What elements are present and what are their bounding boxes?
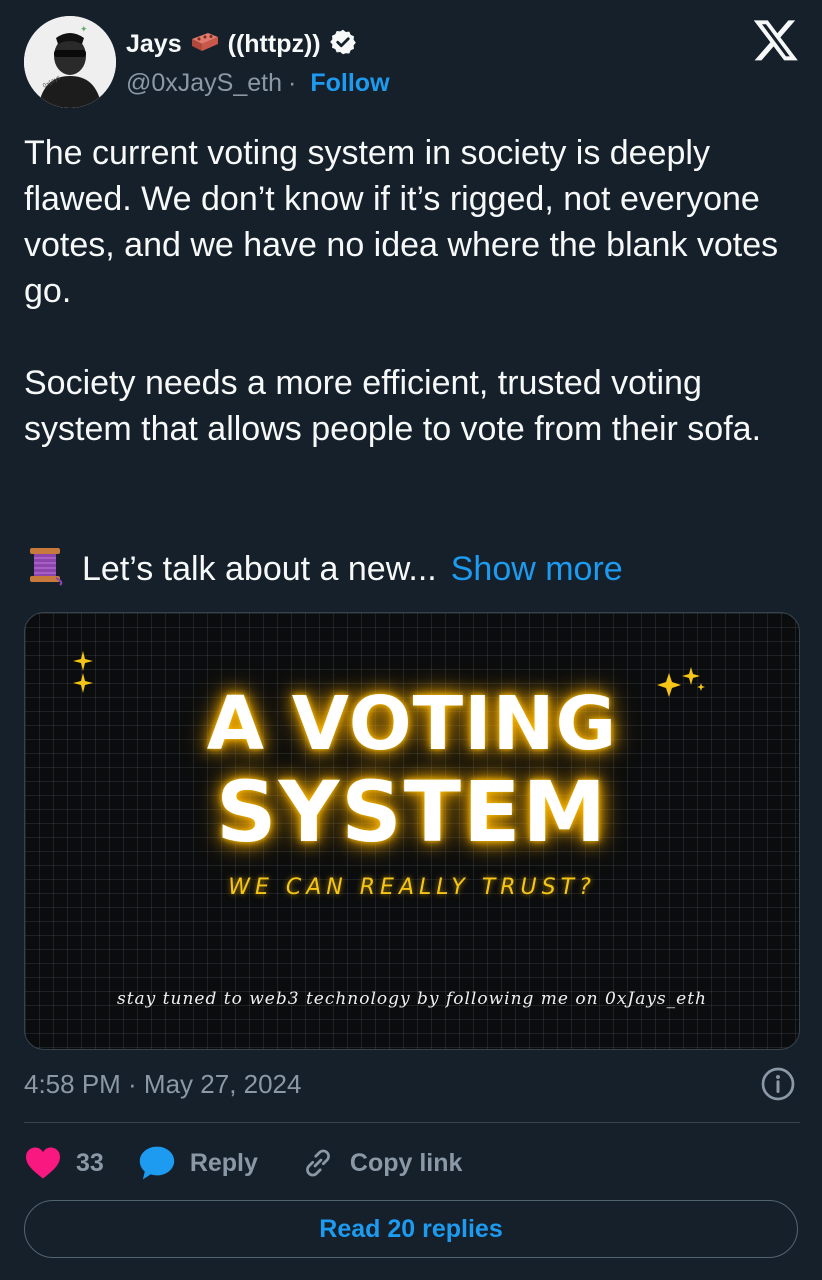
- handle-separator: ·: [288, 68, 297, 97]
- author-avatar[interactable]: ✦ 0xJays: [24, 16, 116, 108]
- author-name-row[interactable]: Jays ((httpz)): [126, 24, 357, 64]
- avatar-image: ✦ 0xJays: [24, 16, 116, 108]
- author-display-name[interactable]: Jays: [126, 30, 182, 59]
- reply-button[interactable]: Reply: [138, 1145, 258, 1181]
- author-handle-row: @0xJayS_eth · Follow: [126, 66, 390, 100]
- author-handle[interactable]: @0xJayS_eth: [126, 69, 282, 98]
- author-name-suffix: ((httpz)): [227, 29, 321, 58]
- media-title-line1: A VOTING: [206, 681, 618, 767]
- follow-button[interactable]: Follow: [310, 69, 389, 98]
- svg-text:✦: ✦: [80, 25, 88, 35]
- copy-link-label: Copy link: [349, 1148, 463, 1177]
- x-logo-icon[interactable]: [752, 16, 800, 64]
- tweet-actions: 33 Reply Copy link: [24, 1140, 462, 1186]
- tweet-timestamp[interactable]: 4:58 PM · May 27, 2024: [24, 1064, 301, 1104]
- reply-bubble-icon: [139, 1146, 175, 1180]
- like-button[interactable]: 33: [24, 1146, 104, 1180]
- link-icon: [306, 1149, 330, 1177]
- like-count: 33: [76, 1148, 104, 1177]
- teaser-text: Let’s talk about a new...: [82, 549, 437, 588]
- tweet-teaser-line: Let’s talk about a new... Show more: [24, 544, 804, 594]
- divider: [24, 1122, 800, 1123]
- tweet-embed-card: ✦ 0xJays Jays ((httpz)) @0xJayS_eth · Fo…: [0, 0, 822, 1280]
- heart-icon: [26, 1147, 60, 1179]
- media-subtitle: WE CAN REALLY TRUST?: [228, 875, 596, 900]
- tweet-media-image[interactable]: A VOTING SYSTEM WE CAN REALLY TRUST? sta…: [24, 612, 800, 1050]
- info-icon[interactable]: [760, 1066, 796, 1102]
- thread-spool-icon: [24, 544, 66, 595]
- brick-emoji-icon: [190, 31, 220, 58]
- media-title-line2: SYSTEM: [215, 763, 609, 861]
- show-more-link[interactable]: Show more: [451, 550, 623, 589]
- read-replies-button[interactable]: Read 20 replies: [24, 1200, 798, 1258]
- media-footer-text: stay tuned to web3 technology by followi…: [116, 989, 707, 1009]
- reply-label: Reply: [189, 1148, 258, 1177]
- verified-badge-icon: [329, 28, 357, 61]
- tweet-body-text: The current voting system in society is …: [24, 134, 779, 448]
- copy-link-button[interactable]: Copy link: [300, 1145, 463, 1181]
